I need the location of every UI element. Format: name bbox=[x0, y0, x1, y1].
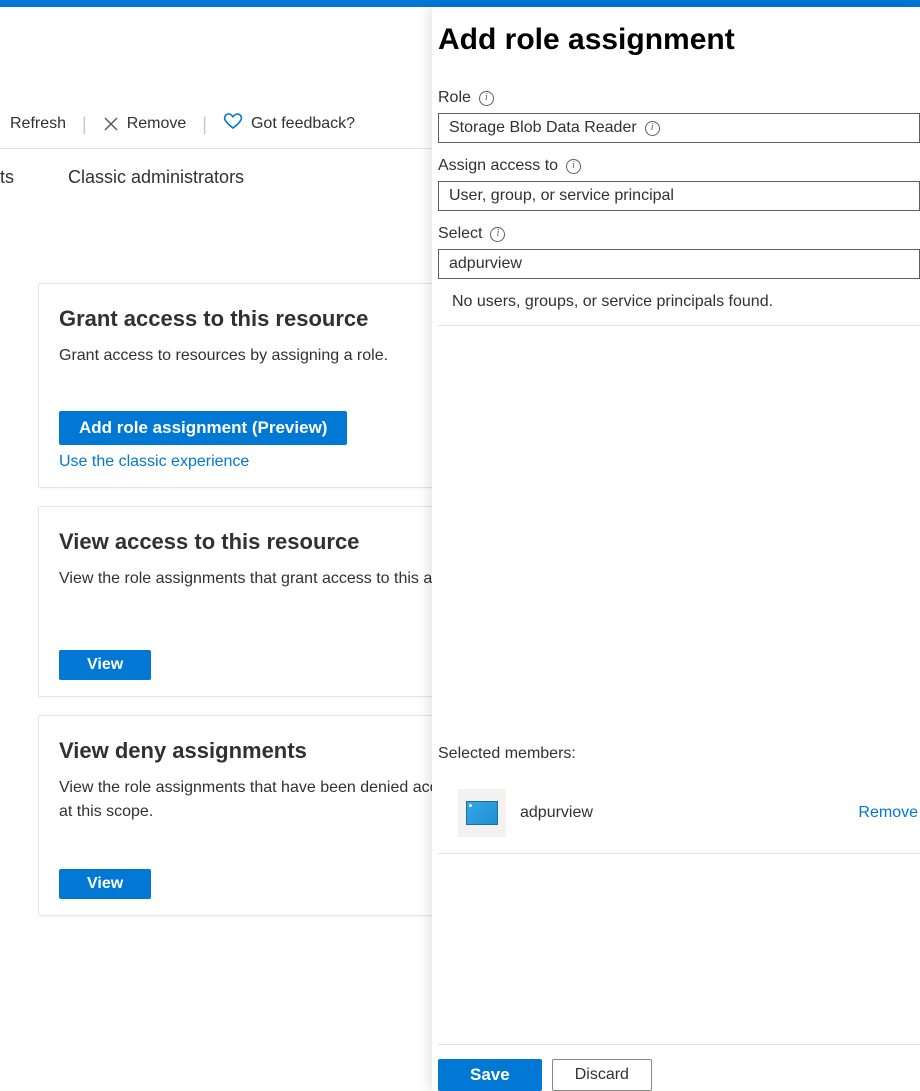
add-role-assignment-button[interactable]: Add role assignment (Preview) bbox=[59, 411, 347, 445]
refresh-button[interactable]: Refresh bbox=[10, 115, 66, 133]
info-icon[interactable]: i bbox=[566, 159, 581, 174]
no-results-message: No users, groups, or service principals … bbox=[438, 279, 920, 326]
role-value: Storage Blob Data Reader bbox=[449, 119, 637, 137]
feedback-label: Got feedback? bbox=[251, 115, 355, 133]
refresh-label: Refresh bbox=[10, 115, 66, 133]
save-button[interactable]: Save bbox=[438, 1059, 542, 1091]
select-label: Select bbox=[438, 225, 482, 243]
panel-header: Add role assignment bbox=[432, 7, 920, 65]
selected-members-section: Selected members: adpurview Remove bbox=[438, 745, 920, 854]
info-icon[interactable]: i bbox=[490, 227, 505, 242]
selected-member-row: adpurview Remove bbox=[438, 789, 920, 854]
role-label: Role bbox=[438, 89, 471, 107]
tab-classic-admins[interactable]: Classic administrators bbox=[68, 167, 244, 188]
remove-button[interactable]: Remove bbox=[103, 115, 187, 133]
remove-member-link[interactable]: Remove bbox=[858, 804, 920, 822]
feedback-button[interactable]: Got feedback? bbox=[223, 111, 355, 137]
selected-members-label: Selected members: bbox=[438, 745, 920, 763]
select-field: Select i bbox=[438, 225, 920, 279]
resource-icon bbox=[458, 789, 506, 837]
x-icon bbox=[103, 116, 119, 132]
role-dropdown[interactable]: Storage Blob Data Reader i bbox=[438, 113, 920, 143]
azure-top-bar bbox=[0, 0, 920, 7]
assign-access-label: Assign access to bbox=[438, 157, 558, 175]
panel-footer: Save Discard bbox=[438, 1044, 920, 1091]
toolbar-divider: | bbox=[82, 114, 87, 135]
heart-icon bbox=[223, 111, 243, 137]
role-field: Role i Storage Blob Data Reader i bbox=[438, 89, 920, 143]
assign-access-dropdown[interactable]: User, group, or service principal bbox=[438, 181, 920, 211]
info-icon[interactable]: i bbox=[479, 91, 494, 106]
info-icon[interactable]: i bbox=[645, 121, 660, 136]
panel-title: Add role assignment bbox=[438, 23, 892, 57]
tab-partial[interactable]: ts bbox=[0, 167, 14, 188]
toolbar-divider: | bbox=[202, 114, 207, 135]
selected-member-name: adpurview bbox=[520, 804, 593, 822]
classic-experience-link[interactable]: Use the classic experience bbox=[59, 453, 249, 470]
add-role-assignment-panel: Add role assignment Role i Storage Blob … bbox=[432, 7, 920, 1091]
view-button[interactable]: View bbox=[59, 869, 151, 899]
assign-access-field: Assign access to i User, group, or servi… bbox=[438, 157, 920, 211]
remove-label: Remove bbox=[127, 115, 187, 133]
view-button[interactable]: View bbox=[59, 650, 151, 680]
assign-access-value: User, group, or service principal bbox=[449, 187, 674, 204]
select-input[interactable] bbox=[438, 249, 920, 279]
discard-button[interactable]: Discard bbox=[552, 1059, 652, 1091]
